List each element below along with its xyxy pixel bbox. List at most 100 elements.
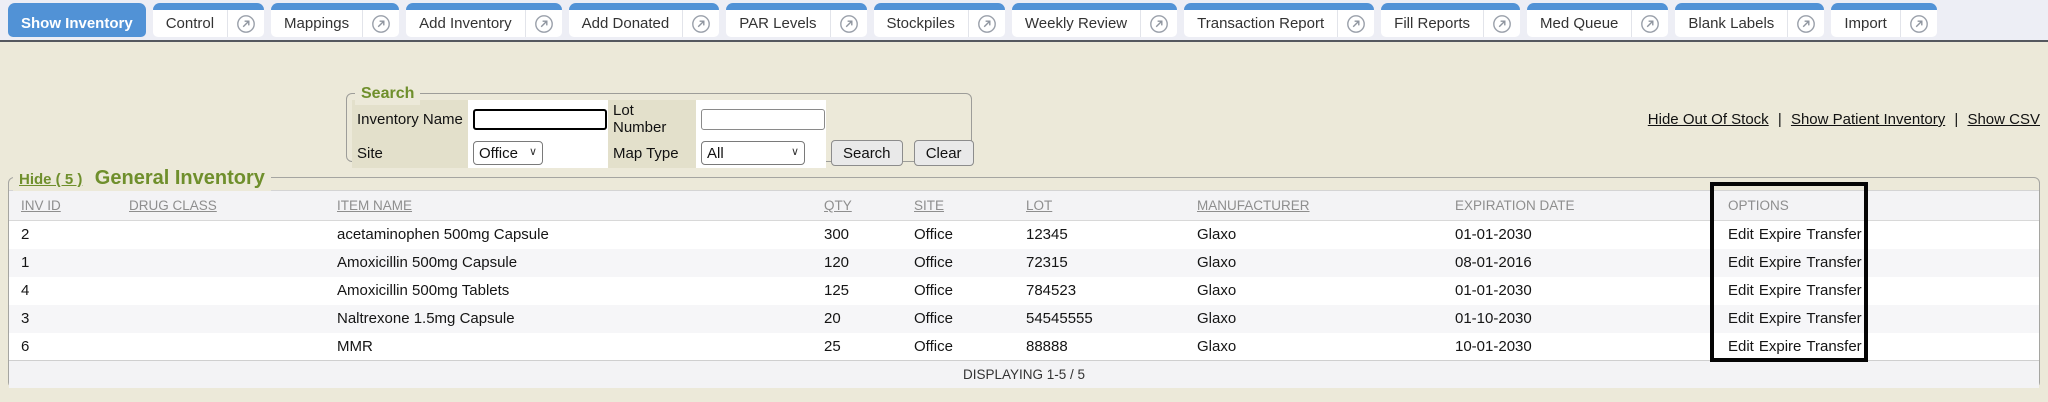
- cell-expiration-date: 01-01-2030: [1443, 277, 1716, 305]
- column-header-item-name[interactable]: ITEM NAME: [337, 198, 412, 213]
- inventory-name-input[interactable]: [473, 109, 607, 130]
- tab-label: Show Inventory: [8, 15, 146, 32]
- cell-options: Edit ExpireTransfer: [1716, 221, 1873, 249]
- table-row: 1 Amoxicillin 500mg Capsule 120 Office 7…: [9, 249, 2039, 277]
- edit-action[interactable]: Edit: [1728, 338, 1754, 355]
- general-inventory-legend: Hide ( 5 ) General Inventory: [13, 167, 271, 191]
- open-in-new-window-icon[interactable]: [682, 10, 719, 37]
- edit-action[interactable]: Edit: [1728, 254, 1754, 271]
- cell-lot: 54545555: [1014, 305, 1185, 333]
- map-type-select[interactable]: All: [701, 141, 805, 165]
- edit-action[interactable]: Edit: [1728, 282, 1754, 299]
- tab-label: Transaction Report: [1184, 15, 1337, 32]
- tab-mappings[interactable]: Mappings: [271, 3, 399, 37]
- hide-out-of-stock-link[interactable]: Hide Out Of Stock: [1648, 111, 1769, 128]
- lot-number-input[interactable]: [701, 109, 825, 130]
- cell-inv-id: 1: [9, 249, 117, 277]
- site-select[interactable]: Office: [473, 141, 543, 165]
- open-in-new-window-icon[interactable]: [1787, 10, 1824, 37]
- open-in-new-window-icon[interactable]: [1483, 10, 1520, 37]
- cell-inv-id: 3: [9, 305, 117, 333]
- search-panel: Search Inventory Name Lot Number Site Of…: [346, 93, 972, 162]
- cell-manufacturer: Glaxo: [1185, 249, 1443, 277]
- tab-label: PAR Levels: [726, 15, 829, 32]
- cell-site: Office: [902, 221, 1014, 249]
- expire-action[interactable]: Expire: [1759, 310, 1802, 327]
- general-inventory-title: General Inventory: [95, 167, 265, 189]
- open-in-new-window-icon[interactable]: [227, 10, 264, 37]
- tab-show-inventory[interactable]: Show Inventory: [8, 3, 146, 37]
- tab-add-inventory[interactable]: Add Inventory: [406, 3, 562, 37]
- column-header-drug-class[interactable]: DRUG CLASS: [129, 198, 217, 213]
- general-inventory-panel: Hide ( 5 ) General Inventory INV ID DRUG…: [8, 177, 2040, 388]
- cell-expiration-date: 01-01-2030: [1443, 221, 1716, 249]
- open-in-new-window-icon[interactable]: [968, 10, 1005, 37]
- cell-manufacturer: Glaxo: [1185, 305, 1443, 333]
- tab-add-donated[interactable]: Add Donated: [569, 3, 720, 37]
- open-in-new-window-icon[interactable]: [1900, 10, 1937, 37]
- open-in-new-window-icon[interactable]: [525, 10, 562, 37]
- transfer-action[interactable]: Transfer: [1806, 226, 1861, 243]
- edit-action[interactable]: Edit: [1728, 226, 1754, 243]
- clear-button[interactable]: Clear: [914, 140, 974, 166]
- table-header-row: INV ID DRUG CLASS ITEM NAME QTY SITE LOT…: [9, 191, 2039, 221]
- cell-site: Office: [902, 277, 1014, 305]
- column-header-manufacturer[interactable]: MANUFACTURER: [1197, 198, 1310, 213]
- tab-weekly-review[interactable]: Weekly Review: [1012, 3, 1177, 37]
- search-button[interactable]: Search: [831, 140, 903, 166]
- cell-qty: 125: [812, 277, 902, 305]
- expire-action[interactable]: Expire: [1759, 338, 1802, 355]
- tab-stockpiles[interactable]: Stockpiles: [874, 3, 1005, 37]
- transfer-action[interactable]: Transfer: [1806, 310, 1861, 327]
- expire-action[interactable]: Expire: [1759, 254, 1802, 271]
- tab-label: Med Queue: [1527, 15, 1631, 32]
- tab-label: Weekly Review: [1012, 15, 1140, 32]
- table-row: 2 acetaminophen 500mg Capsule 300 Office…: [9, 221, 2039, 249]
- column-header-options: OPTIONS: [1728, 198, 1789, 213]
- tab-control[interactable]: Control: [153, 3, 264, 37]
- transfer-action[interactable]: Transfer: [1806, 254, 1861, 271]
- tab-fill-reports[interactable]: Fill Reports: [1381, 3, 1520, 37]
- tab-label: Fill Reports: [1381, 15, 1483, 32]
- transfer-action[interactable]: Transfer: [1806, 338, 1861, 355]
- open-in-new-window-icon[interactable]: [830, 10, 867, 37]
- cell-site: Office: [902, 305, 1014, 333]
- open-in-new-window-icon[interactable]: [362, 10, 399, 37]
- open-in-new-window-icon[interactable]: [1631, 10, 1668, 37]
- cell-site: Office: [902, 333, 1014, 361]
- table-row: 4 Amoxicillin 500mg Tablets 125 Office 7…: [9, 277, 2039, 305]
- show-csv-link[interactable]: Show CSV: [1967, 111, 2040, 128]
- cell-options: Edit ExpireTransfer: [1716, 305, 1873, 333]
- transfer-action[interactable]: Transfer: [1806, 282, 1861, 299]
- tab-par-levels[interactable]: PAR Levels: [726, 3, 866, 37]
- cell-options: Edit ExpireTransfer: [1716, 249, 1873, 277]
- tab-import[interactable]: Import: [1831, 3, 1937, 37]
- edit-action[interactable]: Edit: [1728, 310, 1754, 327]
- tab-transaction-report[interactable]: Transaction Report: [1184, 3, 1374, 37]
- cell-expiration-date: 01-10-2030: [1443, 305, 1716, 333]
- open-in-new-window-icon[interactable]: [1337, 10, 1374, 37]
- cell-drug-class: [117, 305, 325, 333]
- tab-label: Mappings: [271, 15, 362, 32]
- cell-expiration-date: 08-01-2016: [1443, 249, 1716, 277]
- cell-site: Office: [902, 249, 1014, 277]
- cell-manufacturer: Glaxo: [1185, 277, 1443, 305]
- tab-med-queue[interactable]: Med Queue: [1527, 3, 1668, 37]
- column-header-inv-id[interactable]: INV ID: [21, 198, 61, 213]
- expire-action[interactable]: Expire: [1759, 226, 1802, 243]
- tab-label: Stockpiles: [874, 15, 968, 32]
- cell-item-name: MMR: [325, 333, 812, 361]
- cell-lot: 88888: [1014, 333, 1185, 361]
- hide-count-link[interactable]: Hide ( 5 ): [19, 171, 82, 188]
- cell-drug-class: [117, 333, 325, 361]
- show-patient-inventory-link[interactable]: Show Patient Inventory: [1791, 111, 1945, 128]
- expire-action[interactable]: Expire: [1759, 282, 1802, 299]
- inventory-table: INV ID DRUG CLASS ITEM NAME QTY SITE LOT…: [9, 190, 2039, 388]
- column-header-lot[interactable]: LOT: [1026, 198, 1052, 213]
- column-header-expiration-date: EXPIRATION DATE: [1455, 198, 1575, 213]
- column-header-site[interactable]: SITE: [914, 198, 944, 213]
- tab-blank-labels[interactable]: Blank Labels: [1675, 3, 1824, 37]
- open-in-new-window-icon[interactable]: [1140, 10, 1177, 37]
- column-header-qty[interactable]: QTY: [824, 198, 852, 213]
- map-type-label: Map Type: [608, 138, 696, 168]
